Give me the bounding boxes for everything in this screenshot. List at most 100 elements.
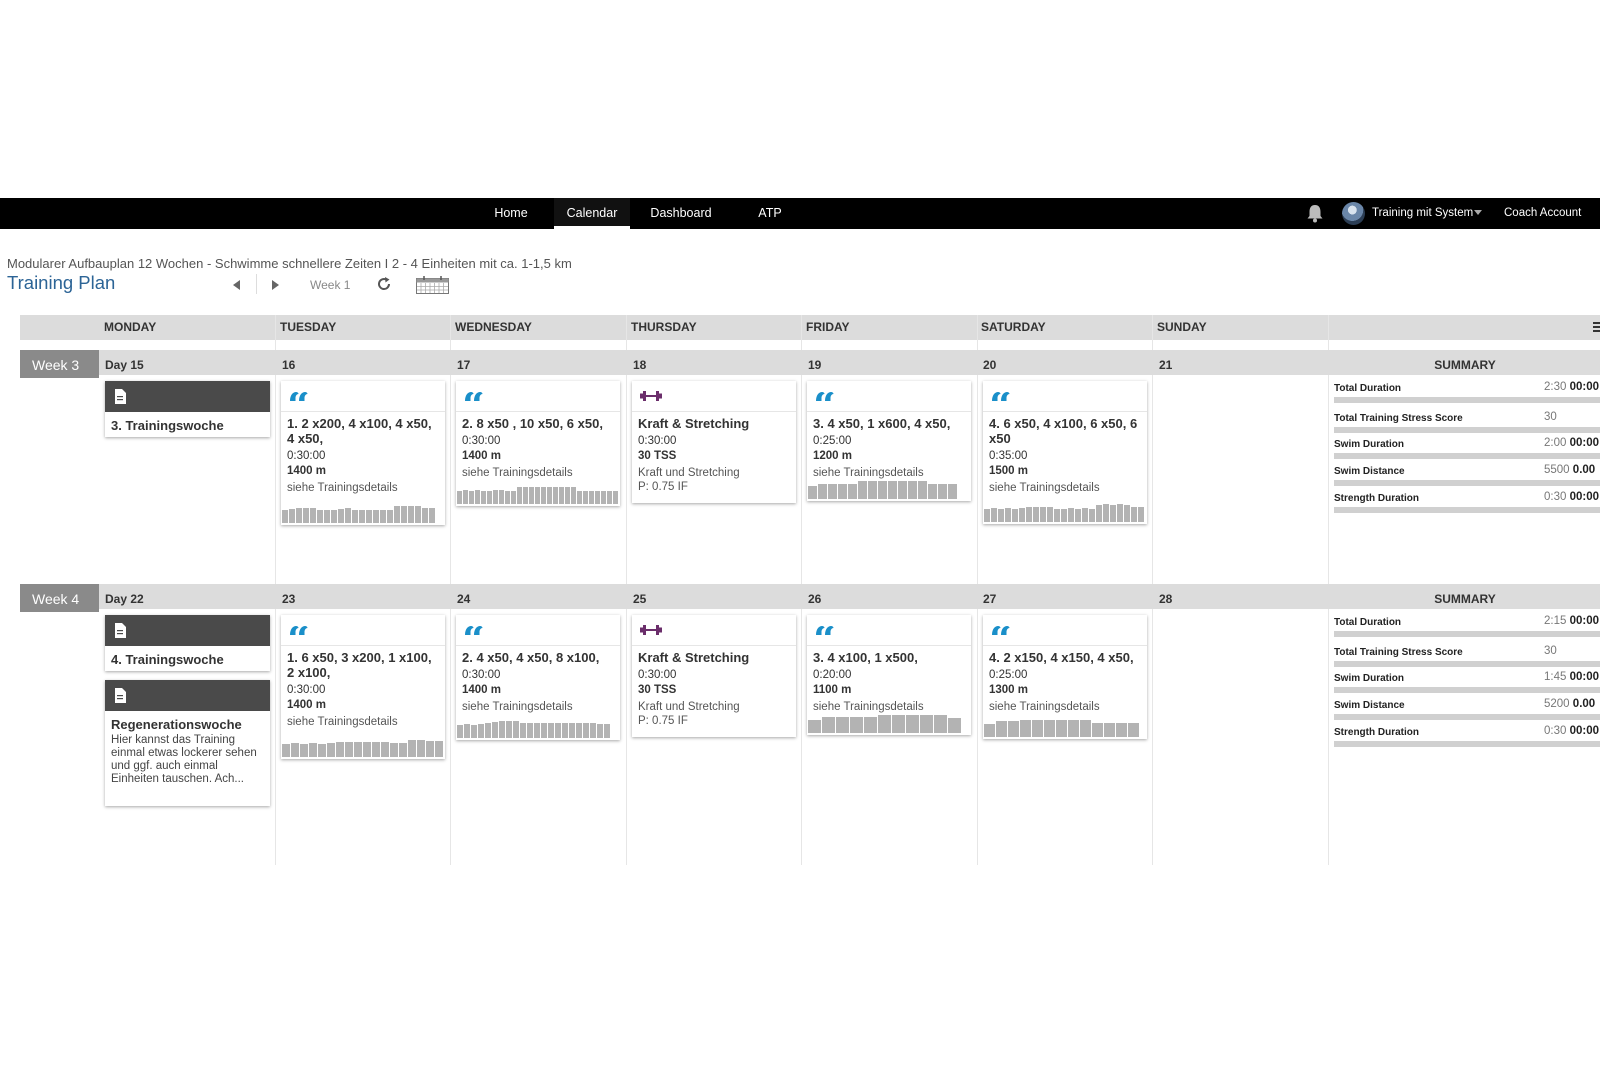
profile-bar [920,715,933,733]
profile-bar [513,721,519,738]
profile-bar [864,717,877,733]
note-text: Hier kannst das Training einmal etwas lo… [111,734,257,785]
profile-bar [535,487,540,504]
summary-row: Total Duration 2:15 00:00 [1334,615,1600,637]
profile-bar [1047,507,1053,522]
workout-card[interactable]: 4. 6 x50, 4 x100, 6 x50, 6 x50 0:35:00 150… [983,381,1147,524]
grid-menu-icon[interactable] [1593,322,1600,333]
workout-card[interactable]: 1. 2 x200, 4 x100, 4 x50, 4 x50, 0:30:00 1… [281,381,445,525]
workout-title: 3. 4 x100, 1 x500, [813,650,918,665]
profile-bar [1124,505,1130,522]
plan-name: Modularer Aufbauplan 12 Wochen - Schwimm… [7,256,572,271]
profile-bar [1032,720,1043,737]
workout-type-bar [807,381,971,412]
profile-bar [1005,508,1011,522]
refresh-icon[interactable] [376,276,392,292]
profile-bar [310,508,316,523]
workout-type-bar [807,615,971,646]
workout-card[interactable]: 3. 4 x50, 1 x600, 4 x50, 0:25:00 1200 m sie… [807,381,971,501]
coach-account-link[interactable]: Coach Account [1504,198,1581,229]
profile-bar [338,509,344,523]
profile-bar [589,491,594,504]
profile-bar [352,510,358,523]
workout-duration: 0:30:00 [287,684,326,696]
summary-label: Swim Distance [1334,466,1405,477]
workout-card[interactable]: 2. 8 x50 , 10 x50, 6 x50, 0:30:00 1400 m si… [456,381,620,506]
profile-bar [464,724,470,738]
profile-bar [878,481,887,499]
workout-card[interactable]: 4. 2 x150, 4 x150, 4 x50, 0:25:00 1300 m si… [983,615,1147,739]
document-icon [115,389,126,404]
workout-type-bar [281,381,445,412]
nav-tab-home[interactable]: Home [476,198,546,229]
profile-bar [523,487,528,504]
day-number: 16 [282,358,296,372]
profile-bar [590,723,596,738]
workout-description: siehe Trainingsdetails [462,467,573,479]
profile-bar [1117,504,1123,522]
profile-bar [569,723,575,738]
nav-tab-calendar[interactable]: Calendar [554,198,630,229]
profile-bar [487,491,492,504]
workout-intensity: P: 0.75 IF [638,481,688,493]
workout-intensity-profile [808,480,970,499]
week-note-card[interactable]: 3. Trainingswoche [105,381,270,437]
profile-bar [493,490,498,504]
weekday-tuesday: TUESDAY [280,320,337,334]
summary-actual: 00:00 [1569,437,1600,449]
week-note-card[interactable]: 4. Trainingswoche [105,615,270,671]
workout-description: siehe Trainingsdetails [989,701,1100,713]
profile-bar [1092,723,1103,737]
weekday-saturday: SATURDAY [981,320,1046,334]
day-number: 26 [808,592,822,606]
workout-description: siehe Trainingsdetails [462,701,573,713]
profile-bar [372,742,380,757]
top-navigation: Home Calendar Dashboard ATP Training mit… [0,198,1600,229]
previous-week-icon[interactable] [233,280,240,290]
workout-card[interactable]: 2. 4 x50, 4 x50, 8 x100, 0:30:00 1400 m sie… [456,615,620,740]
week-note-card[interactable]: Regenerationswoche Hier kannst das Train… [105,680,270,806]
profile-bar [366,510,372,523]
workout-card[interactable]: 3. 4 x100, 1 x500, 0:20:00 1100 m siehe Tra… [807,615,971,735]
profile-bar [345,742,353,757]
workout-card[interactable]: Kraft & Stretching 0:30:00 30 TSS Kraft und… [632,615,796,737]
workout-card[interactable]: Kraft & Stretching 0:30:00 30 TSS Kraft und… [632,381,796,503]
workout-type-bar [632,615,796,646]
nav-tab-atp[interactable]: ATP [740,198,800,229]
summary-label: Swim Distance [1334,700,1405,711]
summary-actual: 00:00 [1569,671,1600,683]
profile-bar [408,740,416,757]
profile-bar [906,715,919,733]
profile-bar [1068,508,1074,522]
profile-bar [838,484,847,499]
summary-planned: 2:15 [1544,615,1567,627]
week-badge: Week 4 [20,584,99,612]
workout-type-bar [456,381,620,412]
workout-intensity-profile [808,714,970,733]
workout-title: 2. 8 x50 , 10 x50, 6 x50, [462,416,603,431]
workout-metric: 1400 m [287,699,327,711]
workout-type-bar [456,615,620,646]
user-menu-chevron-down-icon[interactable] [1474,210,1482,215]
profile-bar [463,490,468,504]
profile-bar [1040,507,1046,522]
workout-description: Kraft und Stretching [638,467,740,479]
workout-title: 4. 6 x50, 4 x100, 6 x50, 6 x50 [989,416,1138,446]
user-menu-label[interactable]: Training mit System [1372,198,1473,229]
profile-bar [492,722,498,738]
profile-bar [317,510,323,523]
calendar-picker-icon[interactable] [416,276,449,294]
nav-tab-dashboard[interactable]: Dashboard [643,198,719,229]
profile-bar [354,742,362,757]
profile-bar [548,723,554,738]
weekday-friday: FRIDAY [806,320,850,334]
profile-bar [547,487,552,504]
user-avatar[interactable] [1342,202,1365,225]
profile-bar [475,490,480,504]
profile-bar [401,506,407,523]
workout-metric: 1400 m [287,465,327,477]
notification-bell-icon[interactable] [1306,204,1324,223]
week-row-header: Week 4 Day 22 23 24 25 26 27 28 SUMMARY [20,584,1600,612]
workout-card[interactable]: 1. 6 x50, 3 x200, 1 x100, 2 x100, 0:30:00… [281,615,445,759]
next-week-icon[interactable] [272,280,279,290]
